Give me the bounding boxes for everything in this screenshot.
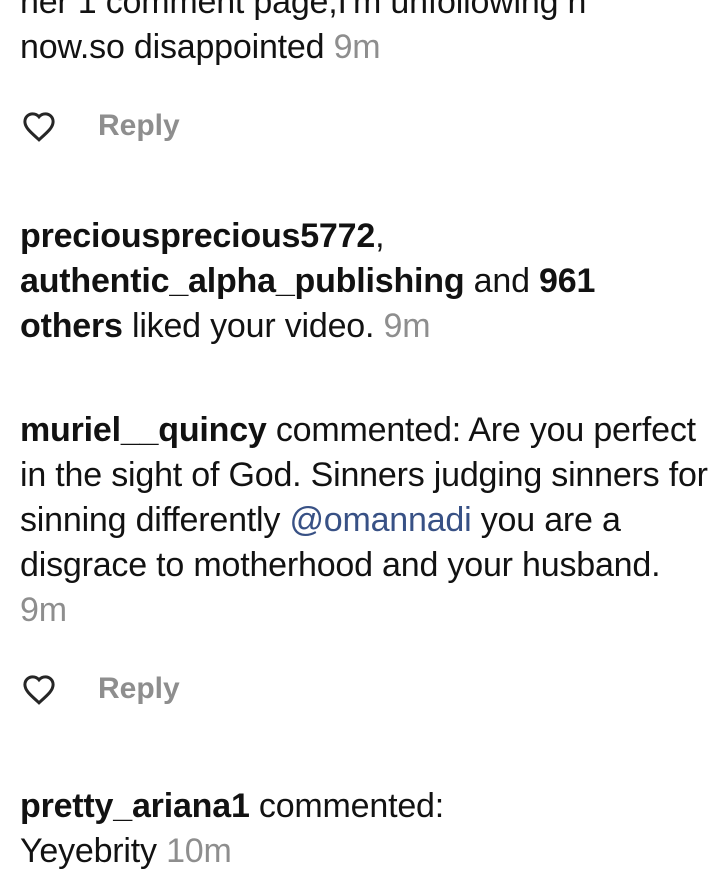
reply-button[interactable]: Reply <box>98 109 180 143</box>
comment-line: now.so disappointed <box>20 28 325 66</box>
like-text: preciousprecious5772, authentic_alpha_pub… <box>20 214 710 349</box>
like-count[interactable]: 961 <box>539 262 595 300</box>
separator: , <box>375 217 385 255</box>
timestamp: 9m <box>20 591 67 629</box>
like-action-text: liked your video. <box>122 307 375 345</box>
activity-item-comment: pretty_ariana1 commented: Yeyebrity 10m <box>20 784 710 874</box>
comment-text: pretty_ariana1 commented: Yeyebrity 10m <box>20 784 710 874</box>
conjunction: and <box>464 262 540 300</box>
username-link[interactable]: authentic_alpha_publishing <box>20 262 465 300</box>
username-link[interactable]: pretty_ariana1 <box>20 787 250 825</box>
comment-verb: commented: <box>249 787 444 825</box>
comment-verb: commented: <box>266 411 469 449</box>
comment-text: muriel__quincy commented: Are you perfec… <box>20 408 710 633</box>
timestamp: 9m <box>383 307 431 345</box>
others-link[interactable]: others <box>20 307 123 345</box>
comment-text: her 1 comment page,I'm unfollowing h now… <box>20 0 710 70</box>
comment-actions: Reply <box>20 664 180 714</box>
comment-body: Yeyebrity <box>20 832 157 870</box>
comment-actions: Reply <box>20 101 180 151</box>
heart-icon[interactable] <box>20 108 58 144</box>
timestamp: 10m <box>166 832 232 870</box>
activity-item-comment: her 1 comment page,I'm unfollowing h now… <box>20 0 710 70</box>
mention-link[interactable]: @omannadi <box>289 501 471 539</box>
reply-button[interactable]: Reply <box>98 672 180 706</box>
comment-line-cut: her 1 comment page,I'm unfollowing h <box>20 0 587 21</box>
heart-icon[interactable] <box>20 671 58 707</box>
username-link[interactable]: muriel__quincy <box>20 411 267 449</box>
activity-item-comment: muriel__quincy commented: Are you perfec… <box>20 408 710 633</box>
username-link[interactable]: preciousprecious5772 <box>20 217 375 255</box>
timestamp: 9m <box>333 28 381 66</box>
activity-item-like: preciousprecious5772, authentic_alpha_pub… <box>20 214 710 349</box>
